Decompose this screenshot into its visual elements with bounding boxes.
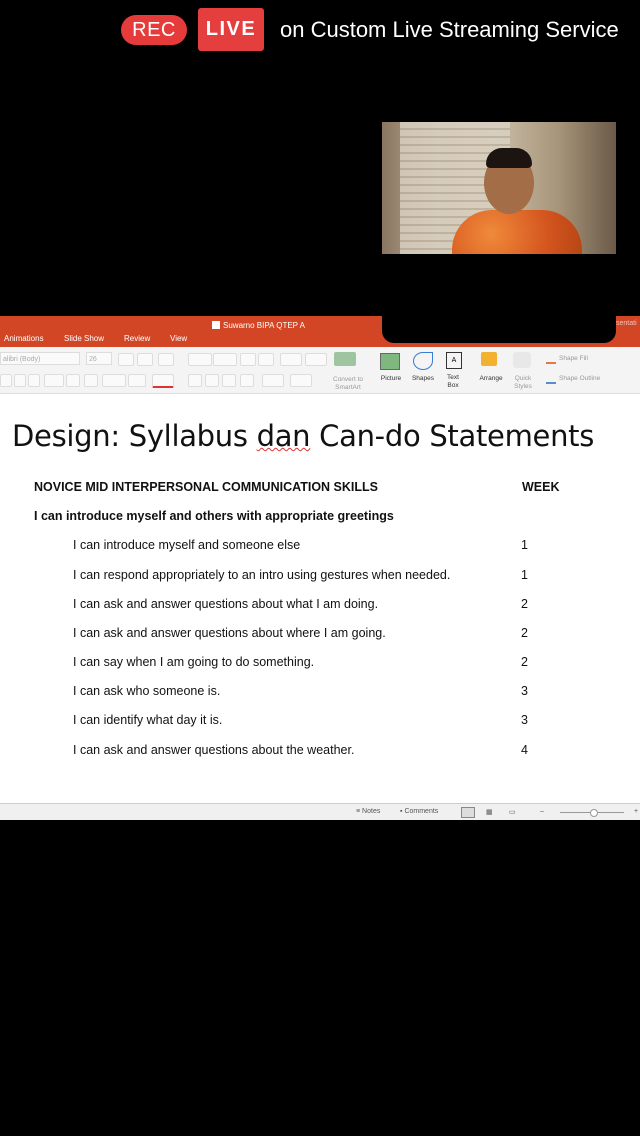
notes-button[interactable]: ≡ Notes bbox=[356, 808, 380, 815]
tab-view[interactable]: View bbox=[170, 334, 187, 343]
list-item-week[interactable]: 4 bbox=[521, 743, 528, 757]
comments-button[interactable]: ▪ Comments bbox=[400, 808, 438, 815]
align-left-icon[interactable] bbox=[188, 374, 202, 387]
subscript-button[interactable] bbox=[84, 374, 98, 387]
convert-smartart-label[interactable]: Convert to SmartArt bbox=[326, 376, 370, 392]
bullets-icon[interactable] bbox=[188, 353, 212, 366]
tab-slide-show[interactable]: Slide Show bbox=[64, 334, 104, 343]
shape-fill-icon[interactable] bbox=[546, 353, 556, 364]
align-center-icon[interactable] bbox=[205, 374, 219, 387]
spellcheck-word: dan bbox=[256, 419, 311, 453]
list-item-text[interactable]: I can ask who someone is. bbox=[73, 684, 220, 698]
change-case-icon[interactable] bbox=[128, 374, 146, 387]
font-name-field[interactable]: alibri (Body) bbox=[0, 352, 80, 365]
stream-service-text: on Custom Live Streaming Service bbox=[280, 17, 619, 42]
arrange-label[interactable]: Arrange bbox=[474, 375, 508, 383]
text-direction-icon[interactable] bbox=[262, 374, 284, 387]
document-title: Suwarno BIPA QTEP A bbox=[212, 321, 305, 330]
shapes-icon[interactable] bbox=[413, 352, 433, 370]
live-badge: LIVE bbox=[198, 8, 264, 51]
bold-button[interactable] bbox=[0, 374, 12, 387]
document-icon bbox=[212, 321, 220, 329]
zoom-out-icon[interactable]: – bbox=[540, 808, 544, 815]
align-text-icon[interactable] bbox=[290, 374, 312, 387]
shape-fill-label[interactable]: Shape Fill bbox=[559, 355, 588, 363]
comments-icon: ▪ bbox=[400, 808, 403, 815]
list-item-week[interactable]: 3 bbox=[521, 684, 528, 698]
list-item-week[interactable]: 1 bbox=[521, 538, 528, 552]
smartart-icon[interactable] bbox=[334, 352, 356, 366]
list-item-text[interactable]: I can say when I am going to do somethin… bbox=[73, 655, 314, 669]
presenter-shirt bbox=[452, 210, 582, 254]
shapes-label[interactable]: Shapes bbox=[408, 375, 438, 383]
stream-status-bar: REC LIVE on Custom Live Streaming Servic… bbox=[0, 0, 640, 62]
justify-icon[interactable] bbox=[240, 374, 254, 387]
increase-font-icon[interactable] bbox=[118, 353, 134, 366]
clear-format-icon[interactable] bbox=[158, 353, 174, 366]
list-item-text[interactable]: I can respond appropriately to an intro … bbox=[73, 568, 450, 582]
tab-animations[interactable]: Animations bbox=[4, 334, 44, 343]
text-box-icon[interactable]: A bbox=[446, 352, 462, 369]
slide-title[interactable]: Design: Syllabus dan Can-do Statements bbox=[12, 419, 594, 453]
list-item-week[interactable]: 2 bbox=[521, 626, 528, 640]
char-spacing-icon[interactable] bbox=[102, 374, 126, 387]
list-item-week[interactable]: 2 bbox=[521, 655, 528, 669]
powerpoint-window: Suwarno BIPA QTEP A Animations Slide Sho… bbox=[0, 316, 640, 820]
numbering-icon[interactable] bbox=[213, 353, 237, 366]
presenter-video bbox=[382, 122, 616, 254]
italic-button[interactable] bbox=[14, 374, 26, 387]
section-heading[interactable]: I can introduce myself and others with a… bbox=[34, 509, 394, 523]
text-box-label[interactable]: Text Box bbox=[440, 374, 466, 390]
rec-badge: REC bbox=[121, 15, 187, 45]
list-item-text[interactable]: I can ask and answer questions about the… bbox=[73, 743, 354, 757]
column-header[interactable]: NOVICE MID INTERPERSONAL COMMUNICATION S… bbox=[34, 480, 378, 494]
arrange-icon[interactable] bbox=[481, 352, 497, 366]
picture-label[interactable]: Picture bbox=[376, 375, 406, 383]
decrease-font-icon[interactable] bbox=[137, 353, 153, 366]
presenter-hair bbox=[486, 148, 532, 168]
tab-review[interactable]: Review bbox=[124, 334, 150, 343]
ribbon-toolbar: alibri (Body) 26 Convert to SmartArt Pic… bbox=[0, 347, 640, 394]
list-item-week[interactable]: 1 bbox=[521, 568, 528, 582]
strikethrough-button[interactable] bbox=[44, 374, 64, 387]
quick-styles-icon[interactable] bbox=[513, 352, 531, 368]
list-item-text[interactable]: I can identify what day it is. bbox=[73, 713, 222, 727]
align-right-icon[interactable] bbox=[222, 374, 236, 387]
list-item-text[interactable]: I can ask and answer questions about whe… bbox=[73, 626, 386, 640]
week-header[interactable]: WEEK bbox=[522, 480, 560, 494]
status-bar: ≡ Notes ▪ Comments ▦ ▭ – + bbox=[0, 803, 640, 820]
reading-view-icon[interactable]: ▭ bbox=[509, 808, 516, 816]
font-color-icon[interactable] bbox=[152, 374, 174, 388]
columns-icon[interactable] bbox=[305, 353, 327, 366]
underline-button[interactable] bbox=[28, 374, 40, 387]
picture-icon[interactable] bbox=[380, 353, 400, 370]
font-size-field[interactable]: 26 bbox=[86, 352, 112, 365]
normal-view-icon[interactable] bbox=[461, 807, 475, 818]
decrease-indent-icon[interactable] bbox=[240, 353, 256, 366]
truncated-title-text: sentati bbox=[616, 320, 637, 327]
line-spacing-icon[interactable] bbox=[280, 353, 302, 366]
slide-canvas[interactable]: Design: Syllabus dan Can-do Statements N… bbox=[0, 394, 640, 802]
increase-indent-icon[interactable] bbox=[258, 353, 274, 366]
list-item-week[interactable]: 3 bbox=[521, 713, 528, 727]
quick-styles-label[interactable]: Quick Styles bbox=[508, 375, 538, 391]
superscript-button[interactable] bbox=[66, 374, 80, 387]
zoom-slider-handle[interactable] bbox=[590, 809, 598, 817]
slide-sorter-icon[interactable]: ▦ bbox=[486, 808, 493, 816]
list-item-text[interactable]: I can ask and answer questions about wha… bbox=[73, 597, 378, 611]
list-item-text[interactable]: I can introduce myself and someone else bbox=[73, 538, 300, 552]
notes-icon: ≡ bbox=[356, 808, 361, 815]
list-item-week[interactable]: 2 bbox=[521, 597, 528, 611]
video-overlay-bar bbox=[382, 316, 616, 343]
shape-outline-label[interactable]: Shape Outline bbox=[559, 375, 600, 383]
zoom-in-icon[interactable]: + bbox=[634, 808, 638, 815]
shape-outline-icon[interactable] bbox=[546, 373, 556, 384]
